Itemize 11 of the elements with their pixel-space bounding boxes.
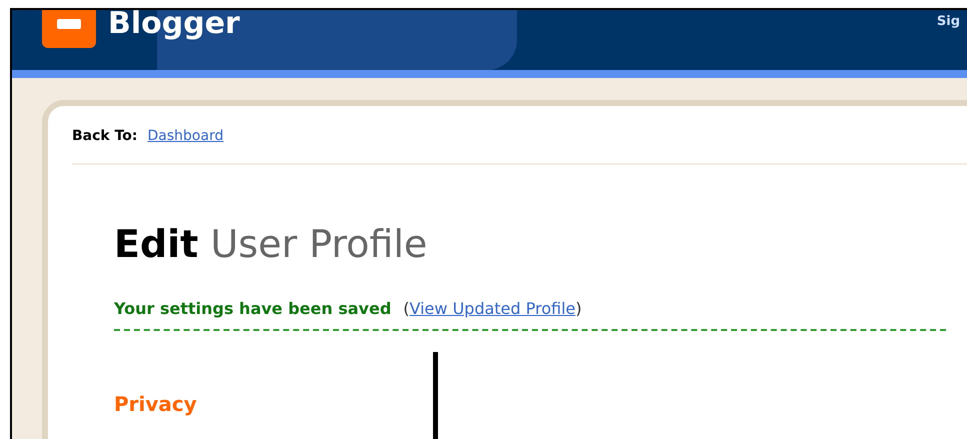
close-paren: ) <box>576 298 582 320</box>
logo-text: Blogger <box>108 10 240 42</box>
back-to-label: Back To: <box>72 127 138 146</box>
saved-message: Your settings have been saved <box>114 298 392 320</box>
dashboard-link[interactable]: Dashboard <box>148 126 224 147</box>
logo-icon <box>42 10 96 48</box>
section-heading: Privacy <box>114 391 198 418</box>
open-paren: ( <box>403 298 410 320</box>
view-profile-link[interactable]: View Updated Profile <box>410 297 576 321</box>
page-title: Edit User Profile <box>114 221 428 267</box>
sign-link[interactable]: Sig <box>936 12 960 32</box>
